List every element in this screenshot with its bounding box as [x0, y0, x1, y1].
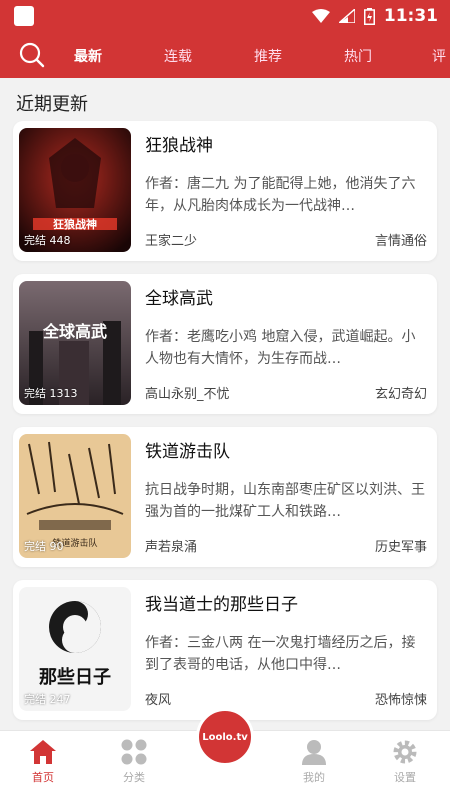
signal-icon [338, 9, 355, 23]
book-genre: 玄幻奇幻 [374, 387, 427, 402]
tab-serial[interactable]: 连载 [164, 46, 192, 66]
book-card[interactable]: 那些日子 完结 247 我当道士的那些日子 作者：三金八两 在一次鬼打墙经历之后… [13, 580, 437, 720]
book-author: 高山永别_不忧 [145, 387, 230, 402]
book-cover: 铁道游击队 完结 90 [19, 434, 131, 558]
book-author: 夜风 [145, 693, 172, 708]
nav-home[interactable]: 首页 [13, 739, 73, 785]
book-genre: 恐怖惊悚 [374, 693, 427, 708]
app-notification-icon [14, 6, 34, 26]
completion-status: 完结 1313 [24, 387, 78, 400]
top-nav: 最新 连载 推荐 热门 评 [0, 32, 450, 78]
nav-settings-label: 设置 [394, 771, 416, 784]
grid-icon [121, 739, 147, 765]
nav-home-label: 首页 [32, 771, 54, 784]
nav-settings[interactable]: 设置 [375, 739, 435, 785]
cover-title: 狂狼战神 [53, 217, 97, 231]
tab-latest[interactable]: 最新 [74, 46, 102, 66]
battery-icon [363, 7, 375, 25]
completion-status: 完结 448 [24, 234, 71, 247]
status-right: 11:31 [311, 6, 438, 26]
nav-category[interactable]: 分类 [104, 739, 164, 785]
book-title: 铁道游击队 [145, 442, 230, 462]
center-play-label: Loolo.tv [202, 731, 248, 743]
nav-mine-label: 我的 [303, 771, 325, 784]
book-title: 狂狼战神 [145, 136, 213, 156]
home-icon [30, 740, 56, 764]
book-genre: 历史军事 [374, 540, 427, 555]
book-card[interactable]: 狂狼战神 完结 448 狂狼战神 作者：唐二九 为了能配得上她，他消失了六年，从… [13, 121, 437, 261]
book-description: 抗日战争时期，山东南部枣庄矿区以刘洪、王强为首的一批煤矿工人和铁路… [145, 482, 425, 520]
nav-mine[interactable]: 我的 [284, 739, 344, 785]
book-author: 王家二少 [145, 234, 198, 249]
gear-icon [393, 740, 417, 764]
tab-hot[interactable]: 热门 [344, 46, 372, 66]
book-description: 作者：老鹰吃小鸡 地窟入侵，武道崛起。小人物也有大情怀，为生存而战… [145, 329, 416, 367]
book-card[interactable]: 铁道游击队 完结 90 铁道游击队 抗日战争时期，山东南部枣庄矿区以刘洪、王强为… [13, 427, 437, 567]
nav-category-label: 分类 [123, 771, 145, 784]
search-button[interactable] [14, 37, 50, 73]
section-title: 近期更新 [16, 94, 88, 115]
wifi-icon [311, 9, 330, 23]
book-description: 作者：唐二九 为了能配得上她，他消失了六年，从凡胎肉体成长为一代战神… [145, 176, 416, 214]
user-icon [302, 740, 326, 765]
book-title: 全球高武 [145, 289, 213, 309]
book-genre: 言情通俗 [374, 234, 427, 249]
search-icon [19, 42, 45, 68]
status-bar: 11:31 [0, 0, 450, 32]
book-card[interactable]: 全球高武 完结 1313 全球高武 作者：老鹰吃小鸡 地窟入侵，武道崛起。小人物… [13, 274, 437, 414]
book-cover: 那些日子 完结 247 [19, 587, 131, 711]
completion-status: 完结 90 [24, 540, 64, 553]
tab-recommend[interactable]: 推荐 [254, 46, 282, 66]
cover-title: 那些日子 [39, 666, 111, 688]
center-play-button[interactable]: Loolo.tv [196, 708, 254, 766]
book-description: 作者：三金八两 在一次鬼打墙经历之后，接到了表哥的电话，从他口中得… [145, 635, 416, 673]
book-cover: 狂狼战神 完结 448 [19, 128, 131, 252]
completion-status: 完结 247 [24, 693, 71, 706]
cover-title: 全球高武 [42, 322, 107, 341]
tab-review[interactable]: 评 [432, 46, 446, 66]
book-title: 我当道士的那些日子 [145, 595, 298, 615]
book-author: 声若泉涌 [145, 540, 198, 555]
book-cover: 全球高武 完结 1313 [19, 281, 131, 405]
status-time: 11:31 [383, 6, 438, 26]
